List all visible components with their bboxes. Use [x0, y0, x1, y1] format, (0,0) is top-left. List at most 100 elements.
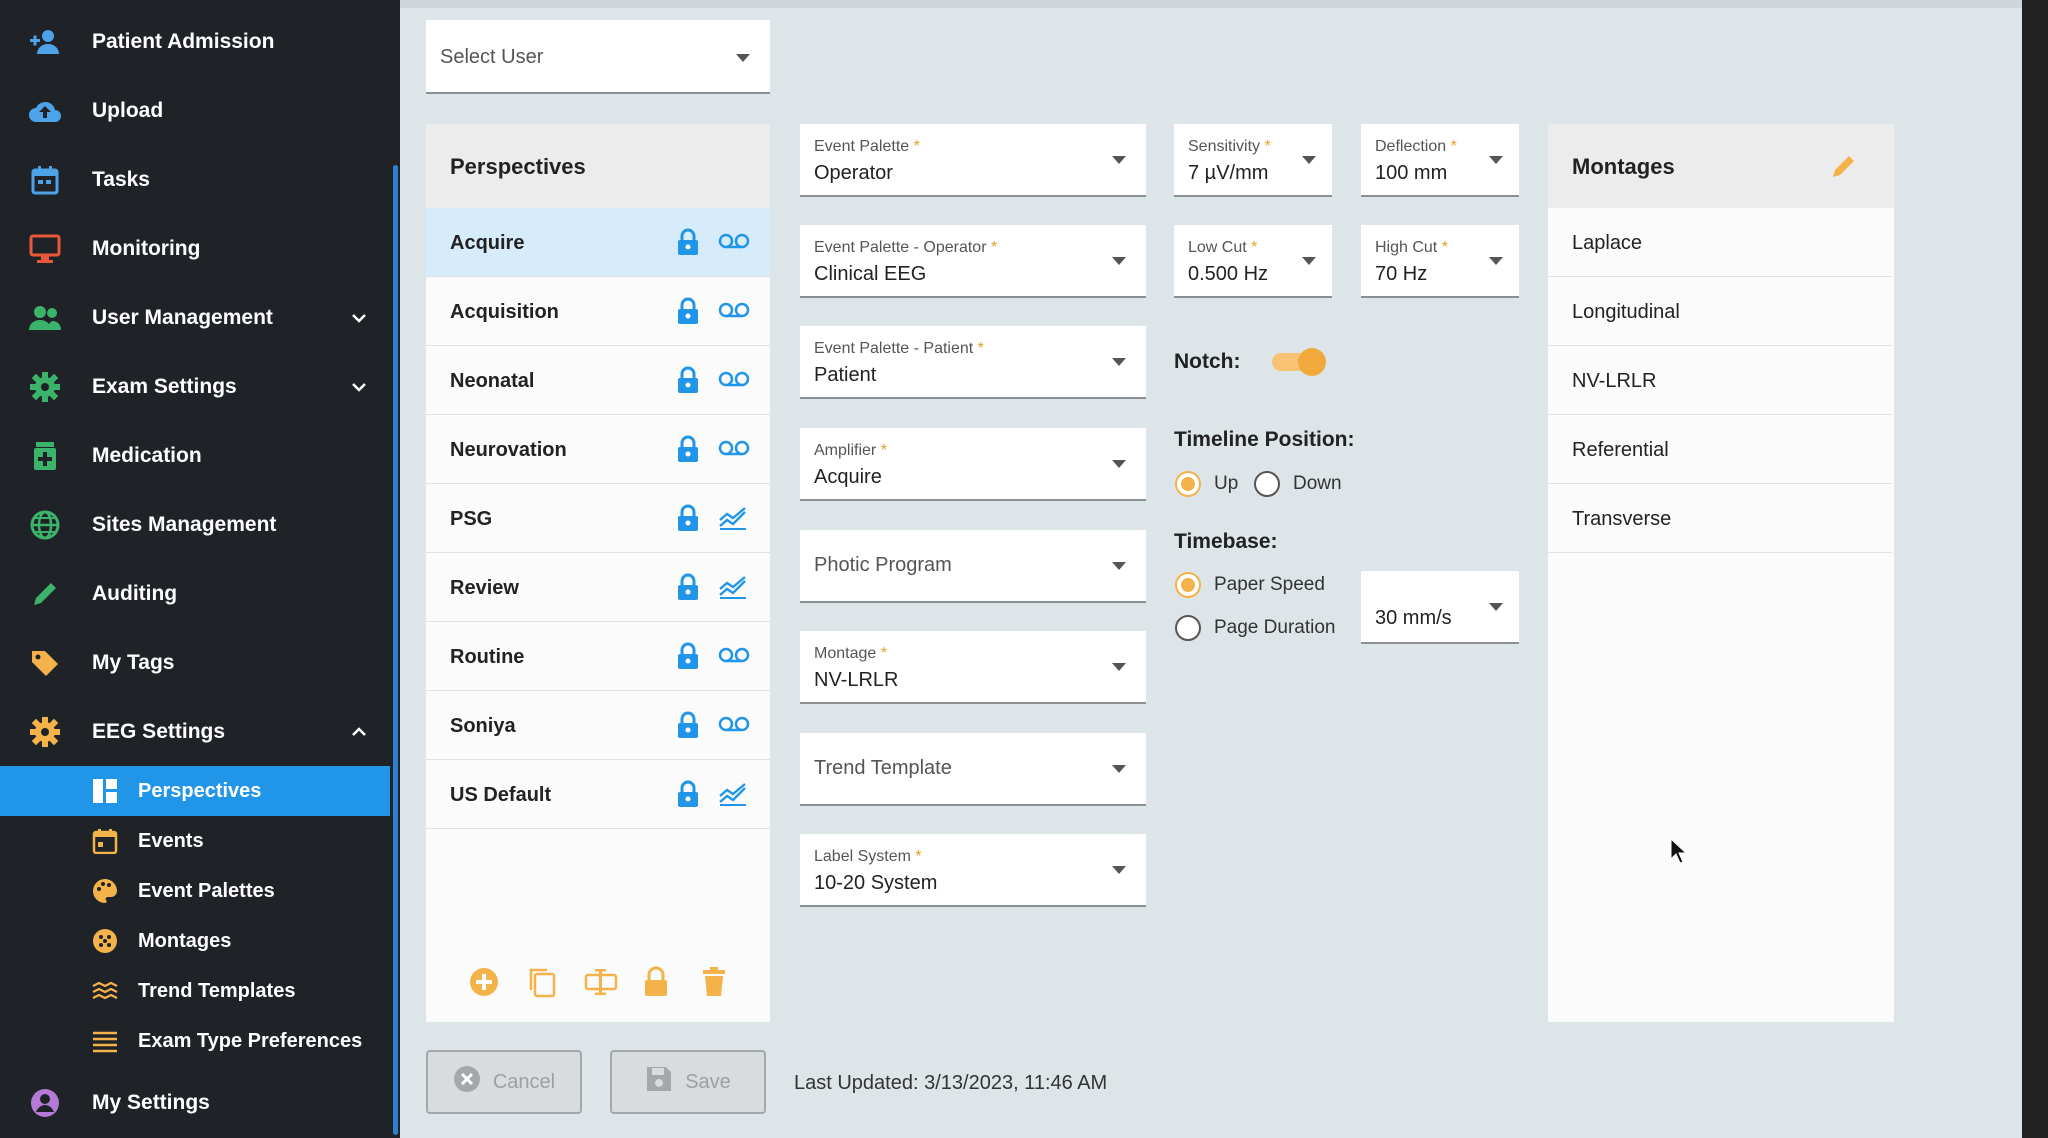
dropdown-arrow-icon — [1112, 765, 1126, 773]
acquire-icon — [718, 230, 750, 254]
review-icon — [718, 782, 750, 806]
lock-icon[interactable] — [676, 504, 700, 532]
add-icon[interactable] — [468, 966, 500, 998]
cancel-button[interactable]: Cancel — [426, 1050, 582, 1114]
pencil-icon — [28, 577, 62, 611]
montage-row[interactable]: Referential — [1548, 415, 1892, 484]
sidebar-scrollbar[interactable] — [390, 0, 400, 1138]
sidebar-subitem-label: Exam Type Preferences — [138, 1029, 363, 1052]
lock-icon[interactable] — [642, 966, 674, 998]
dropdown-arrow-icon — [1112, 358, 1126, 366]
deflection-select[interactable]: Deflection * 100 mm — [1361, 124, 1519, 197]
high-cut-label: High Cut — [1375, 239, 1438, 256]
mouse-cursor-icon — [1670, 837, 1688, 864]
perspective-row[interactable]: Acquire — [426, 208, 770, 277]
trend-template-select[interactable]: Trend Template — [800, 733, 1146, 806]
lock-icon[interactable] — [676, 228, 700, 256]
lock-icon[interactable] — [676, 435, 700, 463]
sidebar-subitem-exam-type-preferences[interactable]: Exam Type Preferences — [0, 1016, 390, 1066]
lock-icon[interactable] — [676, 573, 700, 601]
sidebar-item-auditing[interactable]: Auditing — [0, 563, 390, 625]
sidebar-item-tasks[interactable]: Tasks — [0, 149, 390, 211]
sidebar-item-my-settings[interactable]: My Settings — [0, 1072, 390, 1134]
sidebar-subitem-perspectives[interactable]: Perspectives — [0, 766, 390, 816]
sidebar-item-patient-admission[interactable]: Patient Admission — [0, 11, 390, 73]
sidebar-item-sites-management[interactable]: Sites Management — [0, 494, 390, 556]
lock-icon[interactable] — [676, 642, 700, 670]
sidebar-subitem-events[interactable]: Events — [0, 816, 390, 866]
sidebar-subitem-label: Trend Templates — [138, 979, 296, 1002]
dropdown-arrow-icon — [1112, 866, 1126, 874]
perspective-row[interactable]: PSG — [426, 484, 770, 553]
event-palette-operator-select[interactable]: Event Palette - Operator * Clinical EEG — [800, 225, 1146, 298]
gear-icon — [28, 715, 62, 749]
rename-icon[interactable] — [584, 966, 618, 998]
paper-speed-select[interactable]: 30 mm/s — [1361, 571, 1519, 644]
save-button[interactable]: Save — [610, 1050, 766, 1114]
cloud-upload-icon — [28, 94, 62, 128]
montage-row[interactable]: Transverse — [1548, 484, 1892, 553]
low-cut-value: 0.500 Hz — [1188, 263, 1269, 285]
timeline-down-radio[interactable] — [1254, 471, 1280, 497]
sensitivity-select[interactable]: Sensitivity * 7 µV/mm — [1174, 124, 1332, 197]
sidebar-item-exam-settings[interactable]: Exam Settings — [0, 356, 390, 418]
event-palette-label: Event Palette — [814, 138, 910, 155]
sidebar-item-my-tags[interactable]: My Tags — [0, 632, 390, 694]
montage-row[interactable]: Longitudinal — [1548, 277, 1892, 346]
sidebar-item-label: Medication — [92, 444, 202, 467]
scrollbar-thumb[interactable] — [393, 165, 398, 1135]
tag-icon — [28, 646, 62, 680]
globe-icon — [28, 508, 62, 542]
event-palette-patient-select[interactable]: Event Palette - Patient * Patient — [800, 326, 1146, 399]
lock-icon[interactable] — [676, 780, 700, 808]
sidebar-subitem-montages[interactable]: Montages — [0, 916, 390, 966]
perspective-row[interactable]: Acquisition — [426, 277, 770, 346]
edit-pencil-icon[interactable] — [1830, 152, 1858, 180]
cancel-circle-icon — [453, 1065, 481, 1099]
page-duration-radio[interactable] — [1175, 615, 1201, 641]
paper-speed-radio[interactable] — [1175, 572, 1201, 598]
cancel-label: Cancel — [492, 1070, 556, 1093]
sidebar-item-monitoring[interactable]: Monitoring — [0, 218, 390, 280]
select-user-dropdown[interactable]: Select User — [426, 20, 770, 94]
sidebar-subitem-event-palettes[interactable]: Event Palettes — [0, 866, 390, 916]
sidebar-item-label: Upload — [92, 99, 164, 122]
event-palette-value: Operator — [814, 162, 893, 184]
montage-select[interactable]: Montage * NV-LRLR — [800, 631, 1146, 704]
montage-row[interactable]: NV-LRLR — [1548, 346, 1892, 415]
perspective-row[interactable]: US Default — [426, 760, 770, 829]
high-cut-select[interactable]: High Cut * 70 Hz — [1361, 225, 1519, 298]
dropdown-arrow-icon — [736, 54, 750, 62]
lock-icon[interactable] — [676, 711, 700, 739]
timeline-up-radio[interactable] — [1175, 471, 1201, 497]
event-palette-select[interactable]: Event Palette * Operator — [800, 124, 1146, 197]
lock-icon[interactable] — [676, 297, 700, 325]
delete-icon[interactable] — [700, 966, 732, 998]
sidebar-item-label: Sites Management — [92, 513, 277, 536]
notch-toggle[interactable] — [1272, 348, 1326, 376]
lock-icon[interactable] — [676, 366, 700, 394]
copy-icon[interactable] — [526, 966, 558, 998]
perspectives-title: Perspectives — [450, 154, 586, 179]
label-system-select[interactable]: Label System * 10-20 System — [800, 834, 1146, 907]
low-cut-select[interactable]: Low Cut * 0.500 Hz — [1174, 225, 1332, 298]
perspective-row[interactable]: Neurovation — [426, 415, 770, 484]
dashboard-icon — [90, 777, 120, 805]
sidebar-item-medication[interactable]: Medication — [0, 425, 390, 487]
perspective-row[interactable]: Neonatal — [426, 346, 770, 415]
perspective-name: Acquire — [450, 232, 525, 254]
amplifier-select[interactable]: Amplifier * Acquire — [800, 428, 1146, 501]
sidebar-subitem-trend-templates[interactable]: Trend Templates — [0, 966, 390, 1016]
timeline-position-label: Timeline Position: — [1174, 428, 1355, 451]
photic-program-select[interactable]: Photic Program — [800, 530, 1146, 603]
save-label: Save — [685, 1070, 731, 1093]
perspective-row[interactable]: Review — [426, 553, 770, 622]
montage-row[interactable]: Laplace — [1548, 208, 1892, 277]
sidebar-item-eeg-settings[interactable]: EEG Settings — [0, 701, 390, 763]
perspective-name: US Default — [450, 784, 552, 806]
sidebar-item-upload[interactable]: Upload — [0, 80, 390, 142]
high-cut-value: 70 Hz — [1375, 263, 1428, 285]
perspective-row[interactable]: Routine — [426, 622, 770, 691]
sidebar-item-user-management[interactable]: User Management — [0, 287, 390, 349]
perspective-row[interactable]: Soniya — [426, 691, 770, 760]
